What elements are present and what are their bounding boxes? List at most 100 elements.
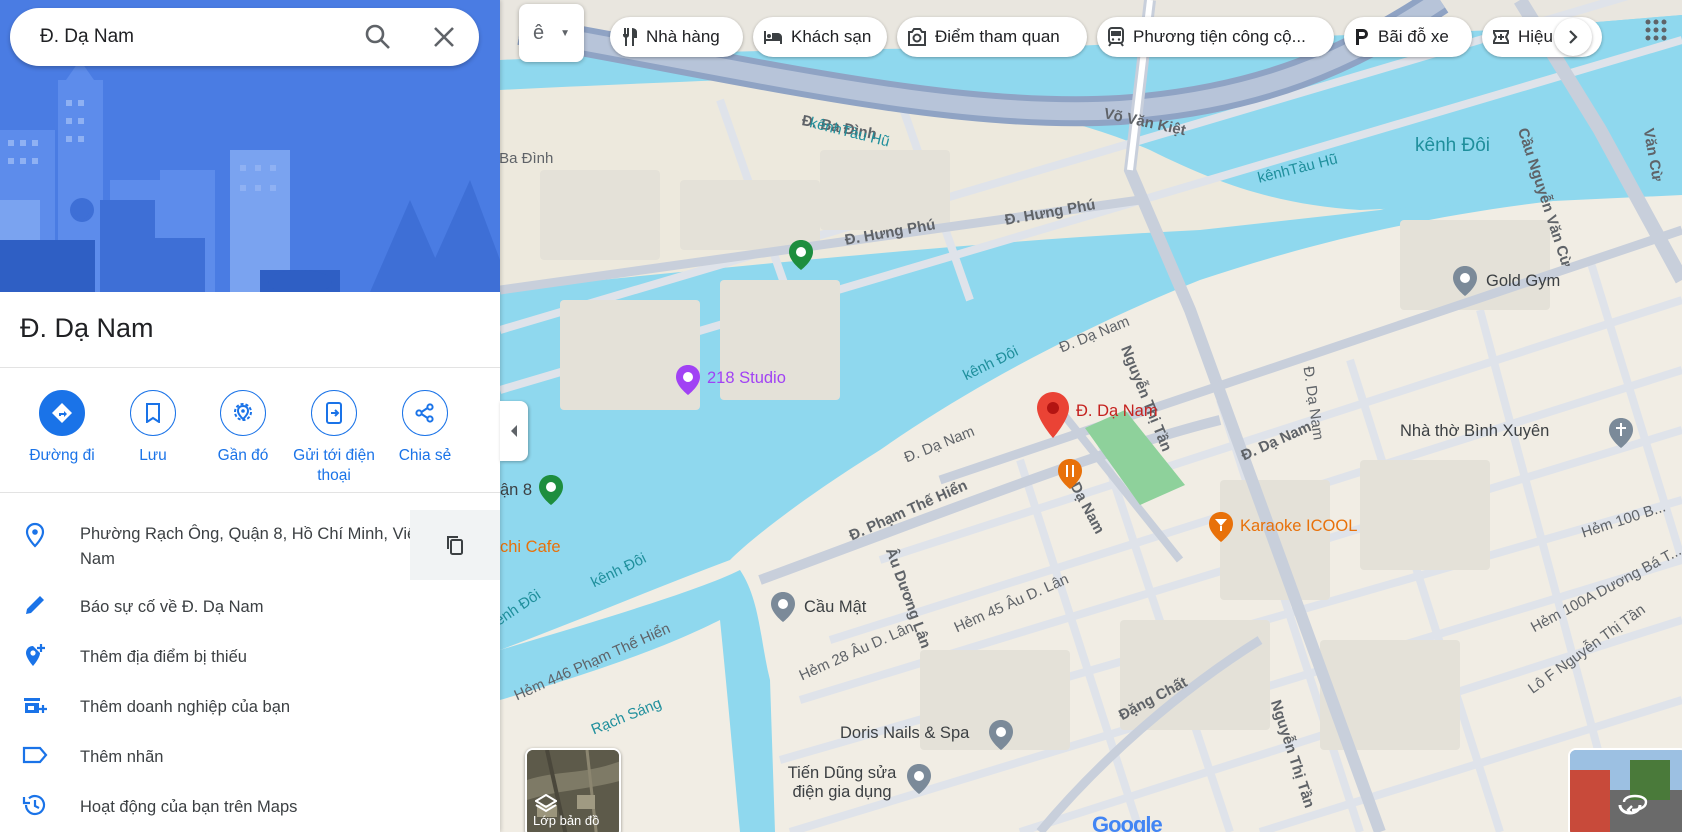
poi-label: Cầu Mật bbox=[804, 598, 867, 616]
poi-label: 218 Studio bbox=[707, 369, 786, 387]
layers-label: Lớp bản đồ bbox=[533, 813, 600, 828]
chip-label: Phương tiện công cộ... bbox=[1133, 27, 1306, 46]
place-marker-icon bbox=[1453, 266, 1477, 296]
pencil-icon bbox=[26, 596, 44, 614]
add-business-icon bbox=[24, 698, 47, 713]
history-icon bbox=[22, 794, 46, 816]
chip-label: Khách sạn bbox=[791, 27, 872, 46]
hotel-icon bbox=[764, 31, 782, 44]
input-method-icon: ê bbox=[533, 21, 545, 44]
add-missing-place-row[interactable]: Thêm địa điểm bị thiếu bbox=[0, 630, 500, 680]
studio-icon bbox=[676, 365, 700, 395]
copy-address-button[interactable] bbox=[410, 510, 500, 580]
parking-icon bbox=[1356, 29, 1368, 45]
water-label: kênh Đôi bbox=[1415, 135, 1490, 156]
chip-attractions[interactable]: Điểm tham quan bbox=[897, 17, 1087, 57]
poi-restaurant[interactable] bbox=[1057, 459, 1083, 494]
map-type-toggle[interactable]: ê ▼ bbox=[519, 4, 584, 62]
send-to-phone-icon bbox=[311, 390, 357, 436]
map-canvas[interactable]: Võ Văn Kiệt Đ. Ba Đình Đ. Ba Đình Đ. Hưn… bbox=[500, 0, 1682, 832]
poi-label: Tiến Dũng sửa điện gia dụng bbox=[787, 764, 897, 801]
chip-label: Điểm tham quan bbox=[935, 27, 1060, 46]
directions-button[interactable]: Đường đi bbox=[14, 390, 110, 466]
chevron-right-icon bbox=[1569, 30, 1578, 44]
google-logo-text: Google bbox=[1092, 812, 1163, 832]
chip-restaurants[interactable]: Nhà hàng bbox=[610, 17, 743, 57]
place-header: Đ. Dạ Nam bbox=[0, 292, 500, 368]
nearby-button[interactable]: Gần đó bbox=[195, 390, 291, 466]
poi-gold-gym[interactable]: Gold Gym bbox=[1452, 266, 1560, 301]
save-button[interactable]: Lưu bbox=[105, 390, 201, 466]
collapse-panel-button[interactable] bbox=[500, 401, 528, 461]
karaoke-icon bbox=[1209, 512, 1233, 542]
search-input[interactable] bbox=[40, 16, 360, 58]
caret-left-icon bbox=[511, 425, 517, 437]
action-label: Gửi tới điện thoại bbox=[293, 447, 375, 484]
info-label: Thêm địa điểm bị thiếu bbox=[80, 648, 247, 666]
action-label: Gần đó bbox=[217, 447, 269, 464]
place-marker-icon bbox=[539, 475, 563, 505]
place-marker-icon bbox=[907, 764, 931, 794]
action-label: Chia sẻ bbox=[398, 447, 452, 464]
pharmacy-icon bbox=[1493, 30, 1509, 44]
chip-hotels[interactable]: Khách sạn bbox=[753, 17, 887, 57]
chip-parking[interactable]: Bãi đỗ xe bbox=[1344, 17, 1472, 57]
chip-transit[interactable]: Phương tiện công cộ... bbox=[1097, 17, 1334, 57]
street-view-button[interactable] bbox=[1568, 748, 1682, 832]
report-issue-row[interactable]: Báo sự cố về Đ. Dạ Nam bbox=[0, 580, 500, 630]
add-location-icon bbox=[26, 644, 45, 666]
nearby-icon bbox=[220, 390, 266, 436]
send-to-phone-button[interactable]: Gửi tới điện thoại bbox=[286, 390, 382, 486]
action-label: Đường đi bbox=[29, 447, 95, 464]
poi-label: Gold Gym bbox=[1486, 272, 1561, 290]
info-label: Báo sự cố về Đ. Dạ Nam bbox=[80, 598, 264, 616]
address-text: Phường Rạch Ông, Quận 8, Hồ Chí Minh, Vi… bbox=[80, 525, 421, 568]
selected-pin[interactable]: Đ. Dạ Nam bbox=[1036, 392, 1158, 443]
poi-label: Doris Nails & Spa bbox=[840, 724, 970, 742]
camera-icon bbox=[908, 28, 926, 46]
search-bar bbox=[10, 8, 479, 66]
poi-studio[interactable]: 218 Studio bbox=[675, 365, 786, 400]
poi-label: Karaoke ICOOL bbox=[1240, 517, 1358, 535]
church-icon bbox=[1609, 418, 1633, 448]
poi-label: Nhà thờ Bình Xuyên bbox=[1400, 422, 1550, 440]
address-row[interactable]: Phường Rạch Ông, Quận 8, Hồ Chí Minh, Vi… bbox=[0, 510, 500, 580]
pin-label: Đ. Dạ Nam bbox=[1076, 402, 1158, 420]
poi-karaoke[interactable]: Karaoke ICOOL bbox=[1208, 512, 1357, 547]
poi-park[interactable] bbox=[788, 240, 814, 275]
info-label: Thêm nhãn bbox=[80, 748, 164, 766]
layers-icon bbox=[535, 794, 557, 813]
road-label: Đ. Ba Đình bbox=[500, 150, 554, 167]
chips-next-button[interactable] bbox=[1554, 18, 1592, 56]
restaurant-icon bbox=[623, 28, 637, 46]
close-icon[interactable] bbox=[430, 23, 458, 51]
google-logo: Google bbox=[1092, 812, 1163, 832]
label-icon bbox=[22, 746, 48, 764]
info-list: Phường Rạch Ông, Quận 8, Hồ Chí Minh, Vi… bbox=[0, 510, 500, 830]
layers-button[interactable]: Lớp bản đồ bbox=[525, 748, 621, 832]
search-icon[interactable] bbox=[364, 23, 392, 51]
add-business-row[interactable]: Thêm doanh nghiệp của bạn bbox=[0, 680, 500, 730]
share-button[interactable]: Chia sẻ bbox=[377, 390, 473, 466]
side-panel: Đ. Dạ Nam Đường đi Lưu Gần đó bbox=[0, 0, 500, 832]
add-label-row[interactable]: Thêm nhãn bbox=[0, 730, 500, 780]
chevron-down-icon: ▼ bbox=[560, 27, 571, 39]
action-buttons: Đường đi Lưu Gần đó Gửi tới điện thoại C… bbox=[0, 368, 500, 493]
maps-activity-row[interactable]: Hoạt động của bạn trên Maps bbox=[0, 780, 500, 830]
action-label: Lưu bbox=[139, 447, 167, 464]
poi-cau-mat[interactable]: Cầu Mật bbox=[770, 592, 866, 627]
apps-grid-icon bbox=[1645, 19, 1667, 41]
bookmark-icon bbox=[130, 390, 176, 436]
info-label: Hoạt động của bạn trên Maps bbox=[80, 798, 298, 816]
restaurant-icon bbox=[1058, 459, 1082, 489]
google-apps-button[interactable] bbox=[1644, 18, 1668, 47]
place-marker-icon bbox=[771, 592, 795, 622]
poi-label: chi Cafe bbox=[500, 538, 561, 556]
location-pin-icon bbox=[25, 522, 45, 548]
chip-label: Nhà hàng bbox=[646, 27, 720, 46]
transit-icon bbox=[1108, 27, 1124, 47]
place-marker-icon bbox=[989, 720, 1013, 750]
chip-label: Bãi đỗ xe bbox=[1378, 27, 1449, 46]
directions-icon bbox=[39, 390, 85, 436]
share-icon bbox=[402, 390, 448, 436]
